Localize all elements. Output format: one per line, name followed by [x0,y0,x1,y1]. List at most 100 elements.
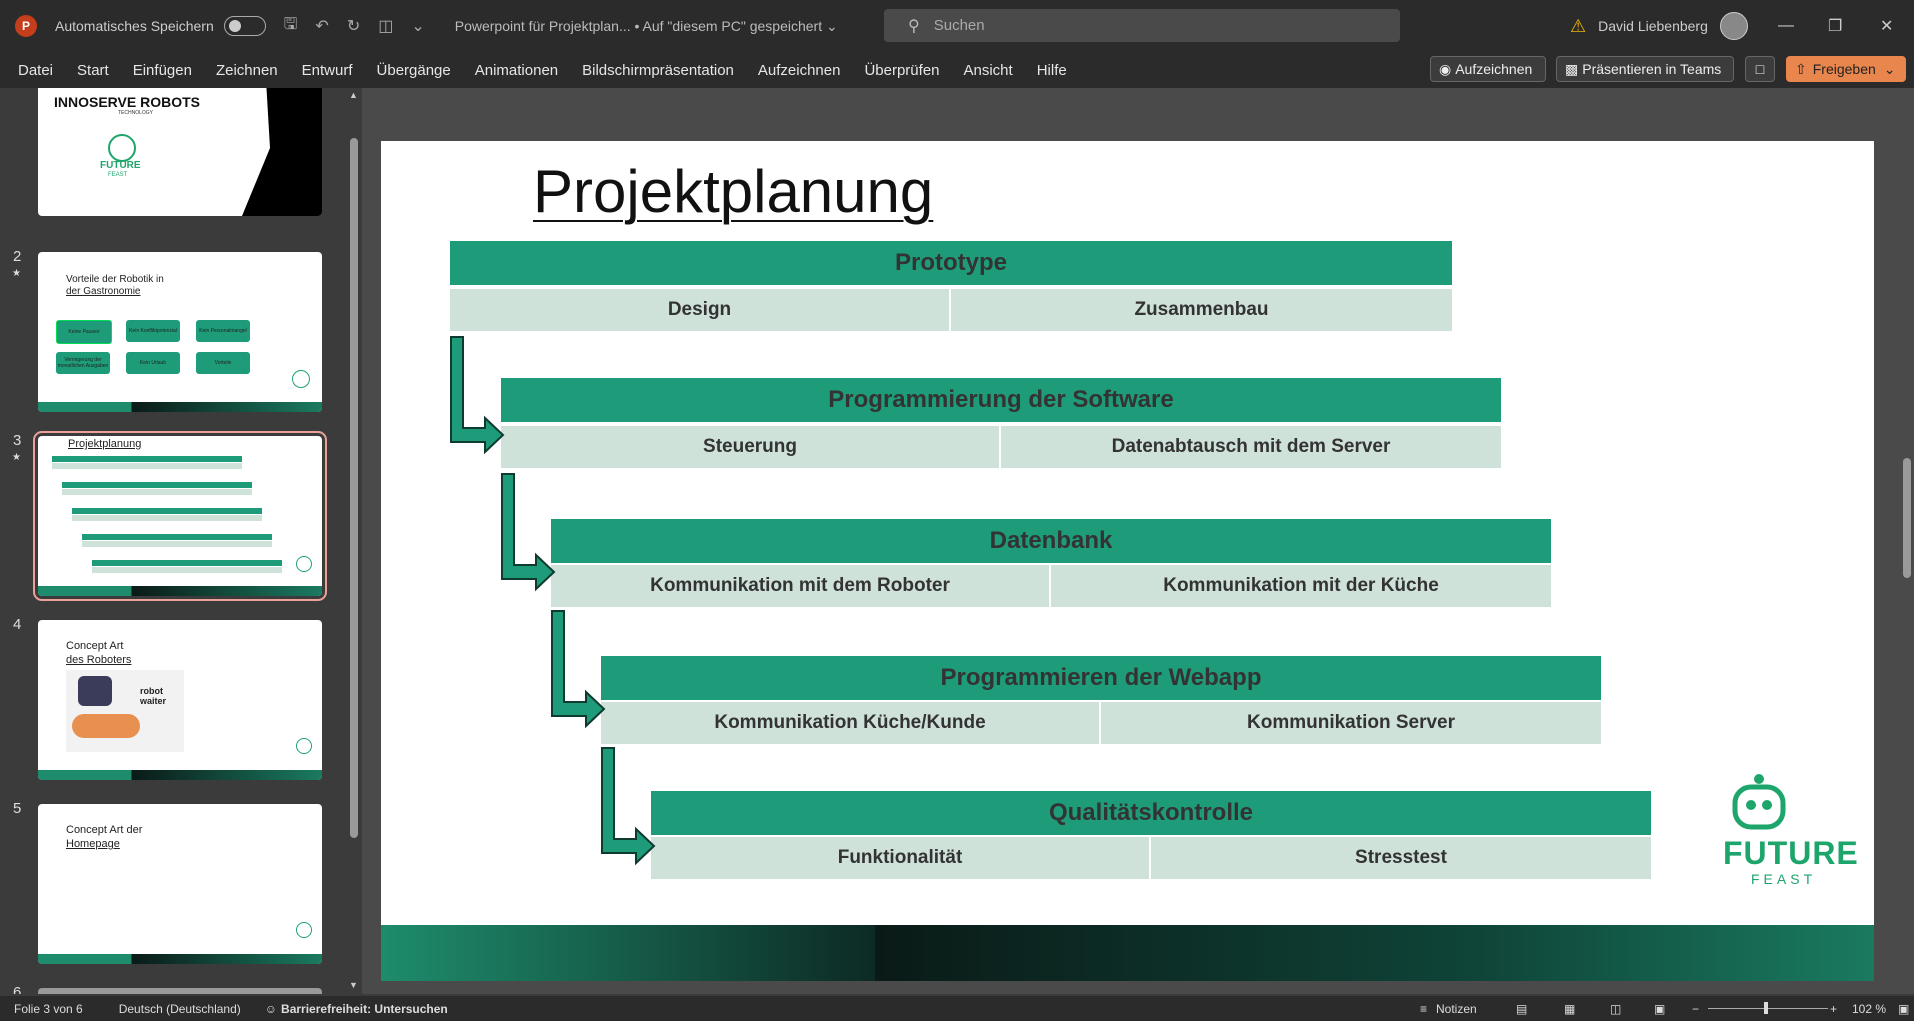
robot-logo-icon [296,738,312,754]
slideshow-icon[interactable]: ▣ [1654,1002,1665,1016]
thumbnail-box: Keine Pausen [56,320,112,344]
thumbnail-number: 6 [13,984,22,994]
share-button[interactable]: ⇧ Freigeben ⌄ [1786,56,1906,82]
search-placeholder: Suchen [933,17,985,34]
thumbnail-slide-5[interactable]: Concept Art der Homepage [38,804,322,964]
restore-icon[interactable]: ❐ [1828,0,1842,52]
thumbnail-number: 5 [13,800,22,817]
fit-to-window-icon[interactable]: ▣ [1898,1002,1909,1016]
animation-star-icon: ★ [12,268,21,279]
zoom-out-icon[interactable]: − [1692,1002,1699,1016]
zoom-level[interactable]: 102 % [1852,1002,1886,1016]
slide-scrollbar[interactable] [1900,88,1914,994]
thumbnail-title: Concept Art [66,640,124,652]
thumbnail-scrollbar[interactable]: ▲ ▼ [348,88,360,994]
tab-zeichnen[interactable]: Zeichnen [204,62,290,79]
robot-logo-icon [292,370,310,388]
powerpoint-logo-icon: P [15,15,37,37]
robot-logo-icon [296,922,312,938]
user-area[interactable]: ⚠ David Liebenberg [1570,0,1748,52]
search-box[interactable]: ⚲ Suchen [884,9,1400,42]
undo-icon[interactable]: ↶ [315,16,328,36]
comment-icon: □ [1755,61,1765,77]
tab-datei[interactable]: Datei [0,62,65,79]
tab-einfuegen[interactable]: Einfügen [121,62,204,79]
normal-view-icon[interactable]: ▤ [1516,1002,1527,1016]
thumbnail-number: 4 [13,616,22,633]
thumbnail-brand-sub: TECHNOLOGY [118,110,154,116]
thumbnail-scroll-thumb[interactable] [350,138,358,838]
tab-start[interactable]: Start [65,62,121,79]
robot-logo-icon [108,134,136,162]
accessibility-icon: ☺ [264,1001,278,1016]
thumbnail-number: 3 [13,432,22,449]
scroll-down-icon[interactable]: ▼ [349,980,358,990]
record-icon: ◉ [1439,60,1452,77]
thumbnail-title-2: der Gastronomie [66,286,141,297]
customize-toolbar-icon[interactable]: ⌄ [411,16,424,36]
autosave-label: Automatisches Speichern [55,18,214,34]
slide-sorter-icon[interactable]: ▦ [1564,1002,1575,1016]
thumbnail-logo-top: FUTURE [100,160,141,171]
slide-footer-band [381,925,875,981]
accessibility-status[interactable]: Barrierefreiheit: Untersuchen [281,1002,448,1016]
thumbnail-title-2: des Roboters [66,654,132,666]
tab-ansicht[interactable]: Ansicht [952,62,1025,79]
thumbnail-slide-2[interactable]: Vorteile der Robotik in der Gastronomie … [38,252,322,412]
tab-ueberpruefen[interactable]: Überprüfen [852,62,951,79]
tab-bildschirmpraesentation[interactable]: Bildschirmpräsentation [570,62,746,79]
thumbnail-logo-bottom: FEAST [108,172,128,178]
share-icon: ⇧ [1795,60,1807,77]
zoom-slider[interactable] [1708,1002,1828,1014]
close-icon[interactable]: ✕ [1880,0,1893,52]
autosave-toggle[interactable] [223,16,266,36]
thumbnail-number: 2 [13,248,22,265]
slide-scroll-thumb[interactable] [1903,458,1911,578]
record-button[interactable]: ◉ Aufzeichnen [1430,56,1546,82]
tab-animationen[interactable]: Animationen [463,62,570,79]
tab-aufzeichnen[interactable]: Aufzeichnen [746,62,853,79]
thumbnail-box: Vorteile [196,352,250,374]
avatar[interactable] [1719,12,1748,40]
zoom-in-icon[interactable]: + [1830,1002,1837,1016]
tab-entwurf[interactable]: Entwurf [290,62,365,79]
tab-hilfe[interactable]: Hilfe [1025,62,1079,79]
thumbnail-brand-title: INNOSERVE ROBOTS [54,94,200,110]
notes-icon: ≡ [1420,1001,1428,1016]
slide-thumbnails-pane: INNOSERVE ROBOTS TECHNOLOGY FUTURE FEAST… [0,88,340,994]
thumbnail-slide-6[interactable] [38,988,322,994]
save-icon[interactable]: 🖫 [284,13,298,40]
process-arrows [450,336,656,866]
robot-logo-icon [296,556,312,572]
robot-concept-image: robot waiter [66,670,184,752]
bent-arrow-icon [450,336,505,455]
document-title[interactable]: Powerpoint für Projektplan... • Auf "die… [455,18,838,35]
slide-canvas[interactable]: Projektplanung Prototype Design Zusammen… [381,141,1874,981]
logo-text-feast: FEAST [1751,871,1817,887]
notes-button[interactable]: Notizen [1436,1002,1477,1016]
slide-counter[interactable]: Folie 3 von 6 [14,1002,83,1016]
redo-icon[interactable]: ↻ [347,16,360,36]
thumbnail-slide-4[interactable]: Concept Art des Roboters robot waiter [38,620,322,780]
bent-arrow-icon [501,473,556,592]
thumbnail-title: Concept Art der [66,824,143,836]
thumbnail-slide-3[interactable]: Projektplanung [33,431,327,601]
chevron-down-icon: ⌄ [1883,60,1896,77]
comments-button[interactable]: □ [1745,56,1775,82]
thumbnail-box: Verringerung der monatlichen Ausgaben [56,352,110,374]
robot-waiter-text: robot waiter [140,686,167,706]
language-indicator[interactable]: Deutsch (Deutschland) [119,1002,241,1016]
search-icon: ⚲ [908,17,920,35]
thumbnail-box: Kein Personalmangel [196,320,250,342]
tab-uebergaenge[interactable]: Übergänge [365,62,463,79]
present-from-start-icon[interactable]: ◫ [378,16,393,36]
minimize-icon[interactable]: — [1778,0,1794,52]
thumbnail-slide-1[interactable]: INNOSERVE ROBOTS TECHNOLOGY FUTURE FEAST [38,88,322,216]
zoom-slider-thumb[interactable] [1764,1002,1768,1014]
reading-view-icon[interactable]: ◫ [1610,1002,1621,1016]
thumbnail-box: Kein Konfliktpotenzial [126,320,180,342]
present-in-teams-button[interactable]: ▩ Präsentieren in Teams [1556,56,1734,82]
warning-icon[interactable]: ⚠ [1570,16,1586,37]
scroll-up-icon[interactable]: ▲ [349,90,358,100]
thumbnail-title: Vorteile der Robotik in [66,274,164,285]
